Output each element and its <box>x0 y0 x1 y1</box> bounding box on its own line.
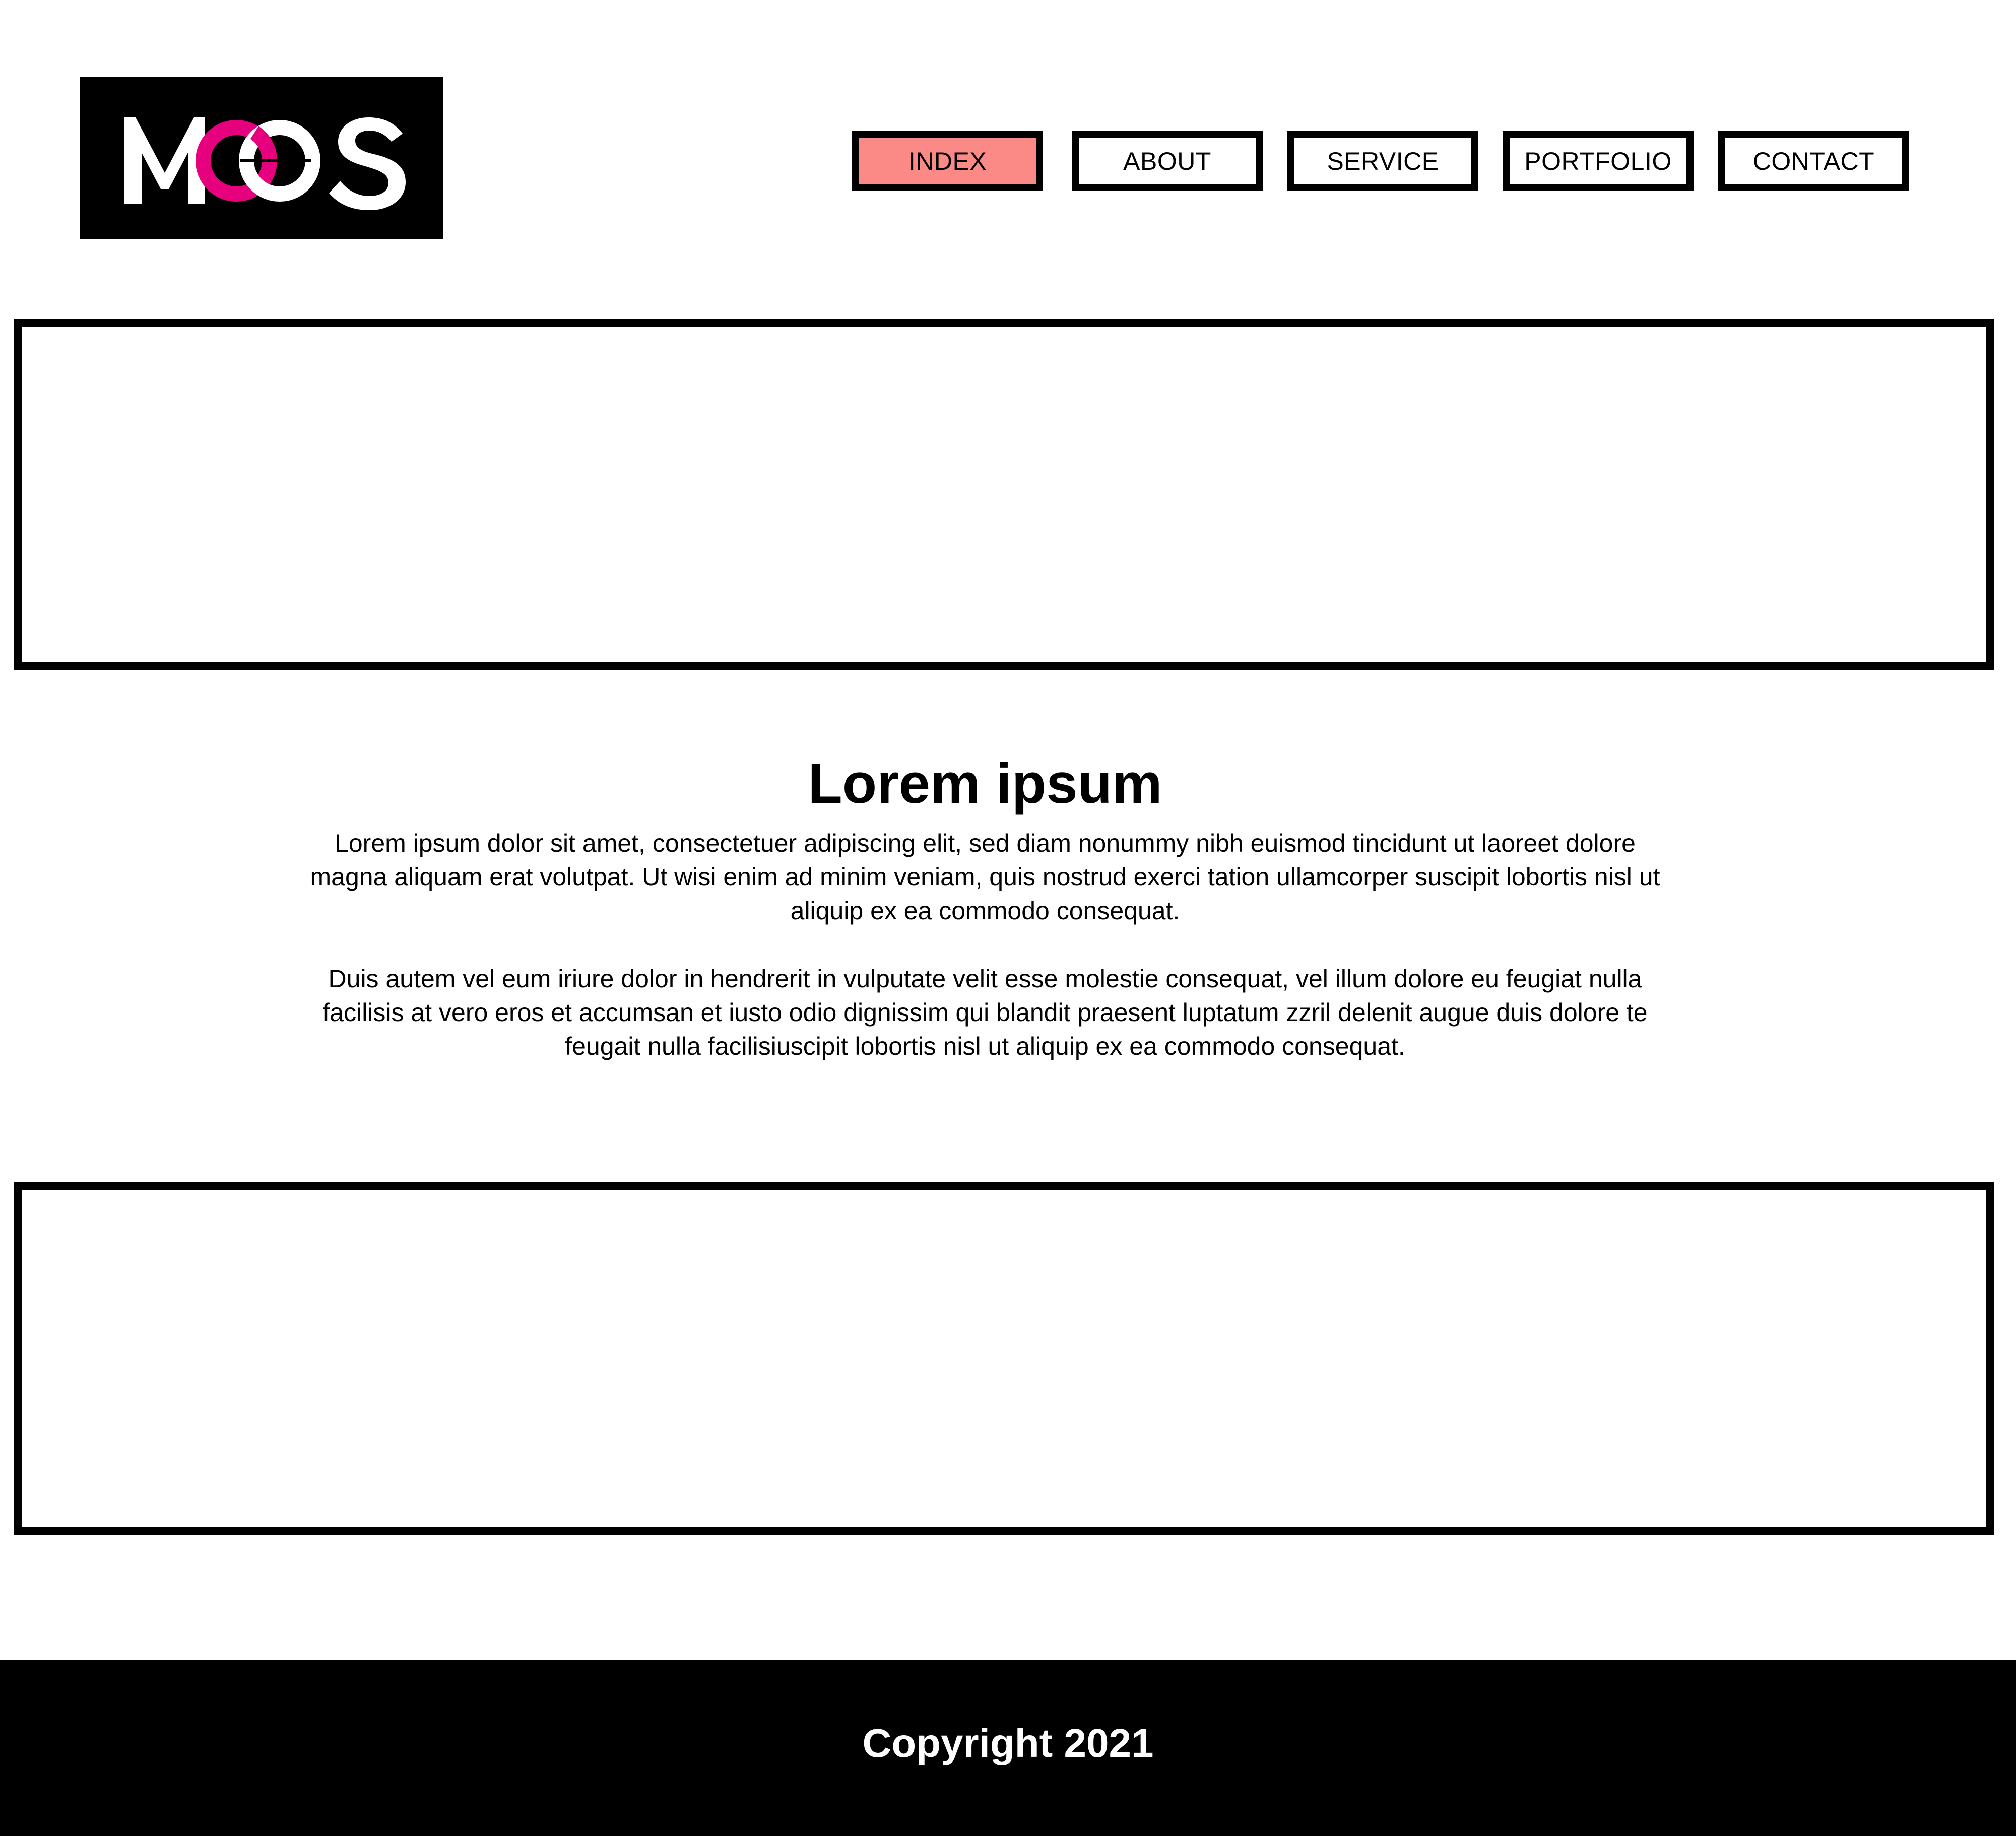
nav-item-index[interactable]: INDEX <box>852 131 1043 191</box>
copyright-text: Copyright 2021 <box>862 1720 1154 1765</box>
main-content: Lorem ipsum Lorem ipsum dolor sit amet, … <box>272 751 1698 1063</box>
nav-item-about[interactable]: ABOUT <box>1072 131 1263 191</box>
nav-item-portfolio[interactable]: PORTFOLIO <box>1503 131 1694 191</box>
body-paragraph-1: Lorem ipsum dolor sit amet, consectetuer… <box>310 829 1660 925</box>
footer: Copyright 2021 <box>0 1660 2016 1836</box>
logo-mark <box>124 117 406 210</box>
main-nav: INDEX ABOUT SERVICE PORTFOLIO CONTACT <box>852 131 1909 191</box>
nav-item-contact[interactable]: CONTACT <box>1718 131 1909 191</box>
page-title: Lorem ipsum <box>808 752 1162 815</box>
logo[interactable] <box>80 77 443 239</box>
hero-placeholder <box>14 319 1994 670</box>
body-paragraph-2: Duis autem vel eum iriure dolor in hendr… <box>322 965 1648 1060</box>
nav-item-service[interactable]: SERVICE <box>1287 131 1478 191</box>
media-placeholder <box>14 1182 1994 1535</box>
